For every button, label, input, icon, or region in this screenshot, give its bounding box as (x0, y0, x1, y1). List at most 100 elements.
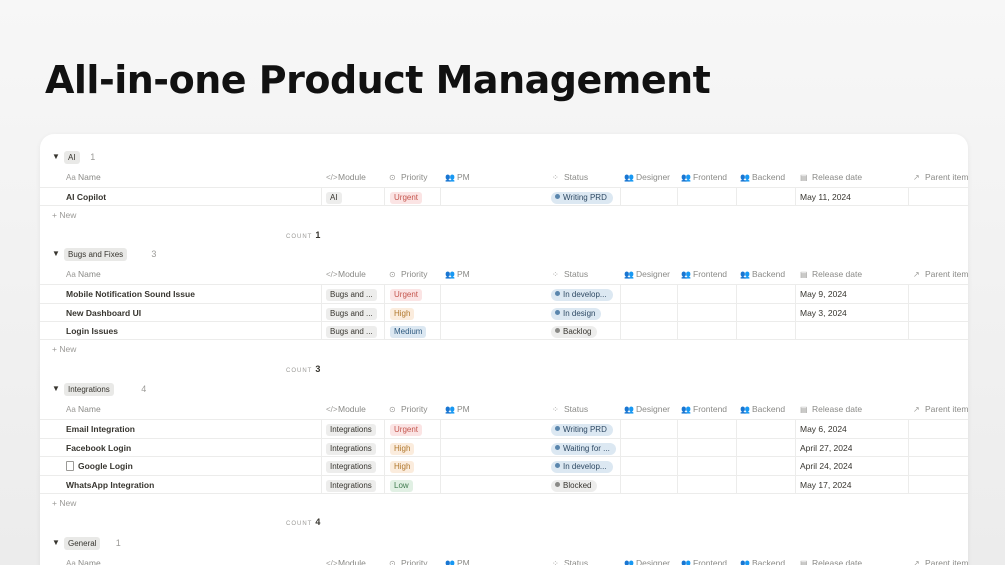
column-header-status[interactable]: ⁘ Status (552, 264, 588, 284)
module-cell[interactable]: Bugs and ... (326, 285, 377, 303)
caret-down-icon[interactable]: ▼ (52, 152, 60, 161)
group-label[interactable]: Bugs and Fixes (64, 248, 128, 261)
release-date-cell[interactable]: May 11, 2024 (800, 188, 851, 206)
module-cell[interactable]: AI (326, 188, 342, 206)
module-cell[interactable]: Integrations (326, 439, 376, 457)
column-header-module[interactable]: </>Module (326, 264, 366, 284)
status-cell[interactable]: In develop... (551, 457, 613, 475)
priority-cell[interactable]: Urgent (390, 188, 423, 206)
column-header-pm[interactable]: 👥 PM (445, 399, 470, 419)
new-row-button[interactable]: + New (52, 340, 76, 358)
status-cell[interactable]: Waiting for ... (551, 439, 616, 457)
column-header-name[interactable]: Aa Name (66, 553, 101, 565)
module-cell[interactable]: Integrations (326, 457, 376, 475)
group-header[interactable]: ▼ Bugs and Fixes 3 (40, 245, 440, 265)
release-date-cell[interactable]: May 9, 2024 (800, 285, 847, 303)
column-header-parent-item[interactable]: ↗ Parent item (913, 264, 968, 284)
column-header-priority[interactable]: ⊙ Priority (389, 264, 427, 284)
group-label[interactable]: AI (64, 151, 80, 164)
column-header-frontend[interactable]: 👥 Frontend (681, 399, 727, 419)
priority-cell[interactable]: Medium (390, 322, 427, 340)
status-cell[interactable]: In develop... (551, 285, 613, 303)
column-header-status[interactable]: ⁘ Status (552, 399, 588, 419)
column-header-priority[interactable]: ⊙ Priority (389, 399, 427, 419)
row-name[interactable]: Mobile Notification Sound Issue (66, 285, 195, 303)
new-row-button[interactable]: + New (52, 494, 76, 512)
release-date-cell[interactable]: May 17, 2024 (800, 476, 852, 494)
count-summary[interactable]: COUNT 1 (286, 225, 320, 243)
column-header-priority[interactable]: ⊙ Priority (389, 167, 427, 187)
status-cell[interactable]: In design (551, 304, 602, 322)
caret-down-icon[interactable]: ▼ (52, 538, 60, 547)
priority-cell[interactable]: High (390, 457, 415, 475)
column-header-priority[interactable]: ⊙ Priority (389, 553, 427, 565)
priority-cell[interactable]: Urgent (390, 420, 423, 438)
column-header-parent-item[interactable]: ↗ Parent item (913, 399, 968, 419)
table-row[interactable]: WhatsApp Integration Integrations Low Block… (40, 474, 968, 494)
column-header-module[interactable]: </>Module (326, 399, 366, 419)
priority-cell[interactable]: High (390, 439, 415, 457)
column-header-designer[interactable]: 👥 Designer (624, 399, 670, 419)
column-header-parent-item[interactable]: ↗ Parent item (913, 553, 968, 565)
count-summary[interactable]: COUNT 3 (286, 359, 320, 377)
column-header-designer[interactable]: 👥 Designer (624, 167, 670, 187)
column-header-release-date[interactable]: ▤ Release date (800, 399, 862, 419)
release-date-cell[interactable]: May 3, 2024 (800, 304, 847, 322)
table-row[interactable]: New Dashboard UI Bugs and ... High In desig… (40, 302, 968, 322)
release-date-cell[interactable]: April 24, 2024 (800, 457, 852, 475)
column-header-backend[interactable]: 👥 Backend (740, 264, 785, 284)
priority-cell[interactable]: High (390, 304, 415, 322)
caret-down-icon[interactable]: ▼ (52, 384, 60, 393)
module-cell[interactable]: Bugs and ... (326, 322, 377, 340)
column-header-backend[interactable]: 👥 Backend (740, 167, 785, 187)
column-header-designer[interactable]: 👥 Designer (624, 264, 670, 284)
column-header-name[interactable]: Aa Name (66, 399, 101, 419)
caret-down-icon[interactable]: ▼ (52, 249, 60, 258)
group-header[interactable]: ▼ Integrations 4 (40, 380, 440, 400)
status-cell[interactable]: Backlog (551, 322, 598, 340)
status-cell[interactable]: Writing PRD (551, 420, 613, 438)
column-header-pm[interactable]: 👥 PM (445, 167, 470, 187)
release-date-cell[interactable]: April 27, 2024 (800, 439, 852, 457)
group-label[interactable]: Integrations (64, 383, 114, 396)
row-name[interactable]: Facebook Login (66, 439, 131, 457)
release-date-cell[interactable]: May 6, 2024 (800, 420, 847, 438)
new-row-button[interactable]: + New (52, 206, 76, 224)
module-cell[interactable]: Integrations (326, 476, 376, 494)
status-cell[interactable]: Writing PRD (551, 188, 613, 206)
table-row[interactable]: Email Integration Integrations Urgent Writi… (40, 419, 968, 438)
module-cell[interactable]: Integrations (326, 420, 376, 438)
column-header-name[interactable]: Aa Name (66, 264, 101, 284)
column-header-release-date[interactable]: ▤ Release date (800, 167, 862, 187)
table-row[interactable]: AI Copilot AI Urgent Writing PRD May 11, 202… (40, 187, 968, 206)
column-header-backend[interactable]: 👥 Backend (740, 553, 785, 565)
group-label[interactable]: General (64, 537, 101, 550)
row-name[interactable]: Email Integration (66, 420, 135, 438)
column-header-parent-item[interactable]: ↗ Parent item (913, 167, 968, 187)
column-header-frontend[interactable]: 👥 Frontend (681, 167, 727, 187)
group-header[interactable]: ▼ General 1 (40, 534, 440, 554)
priority-cell[interactable]: Low (390, 476, 413, 494)
column-header-frontend[interactable]: 👥 Frontend (681, 553, 727, 565)
table-row[interactable]: Facebook Login Integrations High Waiting fo… (40, 437, 968, 457)
table-row[interactable]: Login Issues Bugs and ... Medium Backlog (40, 321, 968, 341)
column-header-release-date[interactable]: ▤ Release date (800, 264, 862, 284)
column-header-release-date[interactable]: ▤ Release date (800, 553, 862, 565)
module-cell[interactable]: Bugs and ... (326, 304, 377, 322)
column-header-name[interactable]: Aa Name (66, 167, 101, 187)
column-header-pm[interactable]: 👥 PM (445, 553, 470, 565)
column-header-frontend[interactable]: 👥 Frontend (681, 264, 727, 284)
count-summary[interactable]: COUNT 4 (286, 512, 320, 530)
column-header-backend[interactable]: 👥 Backend (740, 399, 785, 419)
row-name[interactable]: AI Copilot (66, 188, 106, 206)
column-header-module[interactable]: </>Module (326, 167, 366, 187)
row-name[interactable]: Login Issues (66, 322, 118, 340)
row-name[interactable]: New Dashboard UI (66, 304, 141, 322)
row-name[interactable]: Google Login (66, 457, 133, 475)
column-header-designer[interactable]: 👥 Designer (624, 553, 670, 565)
status-cell[interactable]: Blocked (551, 476, 598, 494)
group-header[interactable]: ▼ AI 1 (40, 148, 440, 168)
column-header-pm[interactable]: 👥 PM (445, 264, 470, 284)
column-header-module[interactable]: </>Module (326, 553, 366, 565)
table-row[interactable]: Mobile Notification Sound Issue Bugs and … (40, 284, 968, 303)
